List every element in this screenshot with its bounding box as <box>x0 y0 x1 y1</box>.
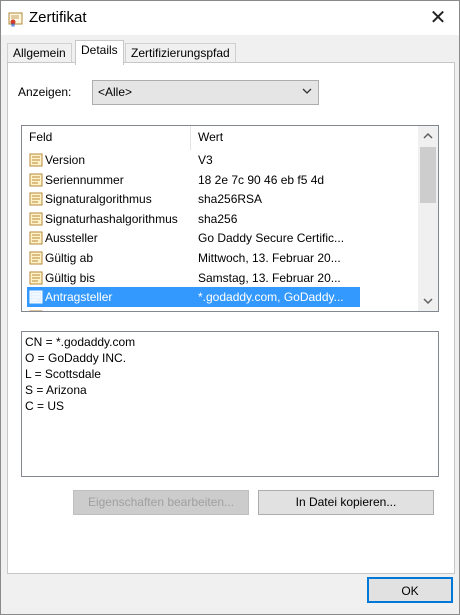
title-bar: Zertifikat ✕ <box>1 1 459 35</box>
ok-button[interactable]: OK <box>367 577 453 603</box>
close-icon: ✕ <box>429 5 447 29</box>
field-icon <box>29 251 43 265</box>
field-name: Signaturhashalgorithmus <box>45 211 178 226</box>
field-value: sha256RSA <box>198 192 263 207</box>
vertical-scrollbar[interactable] <box>418 126 438 311</box>
value-details-textbox[interactable]: CN = *.godaddy.com O = GoDaddy INC. L = … <box>21 331 439 477</box>
column-header-value[interactable]: Wert <box>198 130 223 144</box>
window-title: Zertifikat <box>29 9 87 26</box>
list-rows: Version V3 Seriennummer 18 2e 7c 90 46 e… <box>22 150 418 311</box>
list-item[interactable]: Seriennummer 18 2e 7c 90 46 eb f5 4d <box>22 170 418 190</box>
column-divider[interactable] <box>190 126 191 150</box>
tab-zertifizierungspfad[interactable]: Zertifizierungspfad <box>125 43 236 64</box>
tab-details[interactable]: Details <box>75 40 124 65</box>
list-item[interactable]: Gültig bis Samstag, 13. Februar 20... <box>22 268 418 288</box>
certificate-icon <box>8 12 23 27</box>
show-label: Anzeigen: <box>18 85 72 99</box>
details-panel: Anzeigen: <Alle> Feld Wert Version V3 Se… <box>7 62 455 574</box>
field-value: *.godaddy.com, GoDaddy... <box>198 290 344 305</box>
detail-line: S = Arizona <box>25 383 87 397</box>
detail-line: O = GoDaddy INC. <box>25 351 127 365</box>
field-icon <box>29 231 43 245</box>
field-name: Version <box>45 153 86 167</box>
column-header-field[interactable]: Feld <box>29 130 52 144</box>
list-item-selected[interactable]: Antragsteller *.godaddy.com, GoDaddy... <box>27 287 360 307</box>
field-value: Samstag, 13. Februar 20... <box>198 270 341 285</box>
close-button[interactable]: ✕ <box>425 5 451 31</box>
detail-line: C = US <box>25 399 65 413</box>
chevron-down-icon <box>302 88 312 94</box>
field-icon <box>29 153 43 167</box>
field-name: Aussteller <box>45 231 98 246</box>
detail-line: L = Scottsdale <box>25 367 101 381</box>
tab-allgemein[interactable]: Allgemein <box>7 43 72 64</box>
field-name: Antragsteller <box>45 290 113 305</box>
list-item[interactable]: Gültig ab Mittwoch, 13. Februar 20... <box>22 248 418 268</box>
field-name: Seriennummer <box>45 172 124 187</box>
field-value: Mittwoch, 13. Februar 20... <box>198 250 341 265</box>
show-dropdown[interactable]: <Alle> <box>92 80 319 105</box>
field-icon <box>29 212 43 226</box>
field-icon <box>29 290 43 304</box>
show-dropdown-value: <Alle> <box>98 85 133 99</box>
field-icon <box>29 173 43 187</box>
detail-line: CN = *.godaddy.com <box>25 335 136 349</box>
list-item[interactable]: Aussteller Go Daddy Secure Certific... <box>22 228 418 248</box>
field-list[interactable]: Feld Wert Version V3 Seriennummer 18 2e … <box>21 125 439 312</box>
edit-properties-button[interactable]: Eigenschaften bearbeiten... <box>73 490 249 515</box>
copy-to-file-button[interactable]: In Datei kopieren... <box>258 490 434 515</box>
field-name: Gültig ab <box>45 250 94 265</box>
list-header: Feld Wert <box>22 126 418 150</box>
tab-strip: Allgemein Details Zertifizierungspfad <box>1 35 459 65</box>
field-value: sha256 <box>198 211 238 226</box>
list-item[interactable]: Signaturhashalgorithmus sha256 <box>22 209 418 229</box>
list-item[interactable]: Signaturalgorithmus sha256RSA <box>22 189 418 209</box>
field-value: 18 2e 7c 90 46 eb f5 4d <box>198 172 325 187</box>
scroll-up-icon[interactable] <box>418 128 438 145</box>
list-item[interactable]: Version V3 <box>22 150 418 170</box>
field-icon <box>29 192 43 206</box>
field-value: Go Daddy Secure Certific... <box>198 231 345 246</box>
scroll-down-icon[interactable] <box>418 292 438 309</box>
field-icon <box>29 310 43 311</box>
field-name: Signaturalgorithmus <box>45 192 152 207</box>
field-value: V3 <box>198 153 213 167</box>
certificate-dialog: Zertifikat ✕ Allgemein Details Zertifizi… <box>0 0 460 615</box>
field-name: Gültig bis <box>45 270 96 285</box>
scroll-thumb[interactable] <box>420 147 436 203</box>
list-item-partial[interactable] <box>22 307 418 311</box>
field-icon <box>29 271 43 285</box>
